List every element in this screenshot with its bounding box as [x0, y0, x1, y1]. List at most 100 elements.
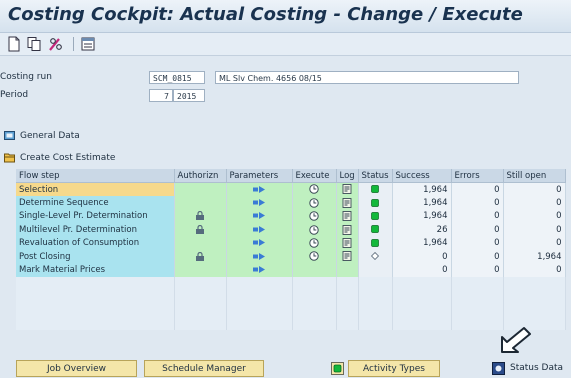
flow-step-cell[interactable]: Mark Material Prices [16, 263, 175, 277]
execute-cell[interactable] [292, 209, 337, 224]
parameters-cell[interactable] [226, 209, 293, 224]
title-bar: Costing Cockpit: Actual Costing - Change… [0, 0, 571, 33]
folder-icon [4, 131, 15, 140]
authorization-cell[interactable] [174, 249, 227, 264]
column-header-errors[interactable]: Errors [451, 169, 504, 183]
status-cell [358, 182, 393, 197]
flow-step-cell[interactable]: Selection [16, 182, 175, 197]
errors-cell: 0 [451, 236, 504, 250]
execute-clock-icon[interactable] [309, 224, 319, 235]
new-document-icon[interactable] [6, 36, 22, 52]
column-header-flow-step[interactable]: Flow step [16, 169, 175, 183]
table-row[interactable]: Single-Level Pr. Determination 1,964 0 0 [16, 209, 566, 224]
log-cell[interactable] [336, 249, 359, 264]
log-icon[interactable] [342, 238, 352, 248]
lock-icon[interactable] [195, 251, 205, 261]
table-row[interactable]: Multilevel Pr. Determination 26 0 0 [16, 223, 566, 237]
column-header-success[interactable]: Success [392, 169, 452, 183]
errors-cell: 0 [451, 223, 504, 237]
parameters-icon[interactable] [252, 266, 266, 274]
log-cell[interactable] [336, 196, 359, 210]
table-row[interactable]: Determine Sequence 1,964 0 0 [16, 196, 566, 210]
flow-step-cell[interactable]: Multilevel Pr. Determination [16, 223, 175, 237]
authorization-cell[interactable] [174, 182, 227, 197]
execute-clock-icon[interactable] [309, 211, 319, 221]
execute-cell[interactable] [292, 223, 337, 237]
execute-cell[interactable] [292, 196, 337, 210]
flow-steps-table: Flow step Authorizn Parameters Execute L… [16, 169, 566, 331]
authorization-cell[interactable] [174, 196, 227, 210]
green-status-icon [371, 212, 379, 220]
table-row[interactable]: Selection 1,964 0 0 [16, 182, 566, 197]
authorization-cell[interactable] [174, 263, 227, 277]
authorization-cell[interactable] [174, 236, 227, 250]
table-row[interactable]: Mark Material Prices 0 0 0 [16, 263, 566, 277]
flow-step-cell[interactable]: Revaluation of Consumption [16, 236, 175, 250]
activity-types-button[interactable]: Activity Types [348, 360, 440, 377]
execute-clock-icon[interactable] [309, 198, 319, 208]
costing-run-code-field[interactable]: SCM_0815 [149, 71, 205, 84]
log-cell[interactable] [336, 209, 359, 224]
pointer-arrow-icon [501, 327, 531, 353]
errors-cell: 0 [451, 249, 504, 264]
parameters-icon[interactable] [252, 225, 266, 233]
column-header-authorization[interactable]: Authorizn [174, 169, 227, 183]
log-cell[interactable] [336, 182, 359, 197]
table-row[interactable]: Revaluation of Consumption 1,964 0 0 [16, 236, 566, 250]
log-cell[interactable] [336, 263, 359, 277]
general-data-label: General Data [20, 131, 80, 141]
log-icon[interactable] [342, 211, 352, 222]
parameters-cell[interactable] [226, 263, 293, 277]
log-icon[interactable] [342, 251, 352, 262]
log-icon[interactable] [342, 184, 352, 195]
log-icon[interactable] [342, 197, 352, 208]
status-data-button[interactable]: Status Data [490, 360, 571, 377]
copy-icon[interactable] [26, 36, 42, 52]
schedule-manager-button[interactable]: Schedule Manager [144, 360, 264, 377]
execute-cell[interactable] [292, 182, 337, 197]
parameters-icon[interactable] [252, 212, 266, 220]
authorization-cell[interactable] [174, 209, 227, 224]
errors-cell: 0 [451, 196, 504, 210]
still-open-cell: 0 [503, 196, 566, 210]
parameters-cell[interactable] [226, 196, 293, 210]
parameters-icon[interactable] [252, 239, 266, 247]
execute-clock-icon[interactable] [309, 184, 319, 195]
costing-run-description-field[interactable]: ML Slv Chem. 4656 08/15 [215, 71, 519, 84]
lock-icon[interactable] [195, 211, 205, 221]
execute-clock-icon[interactable] [309, 238, 319, 248]
edit-glasses-icon[interactable] [48, 36, 64, 52]
column-header-status[interactable]: Status [358, 169, 393, 183]
period-year-field[interactable]: 2015 [173, 89, 205, 102]
parameters-cell[interactable] [226, 182, 293, 197]
flow-step-cell[interactable]: Post Closing [16, 249, 175, 264]
layout-icon[interactable] [80, 36, 96, 52]
execute-cell[interactable] [292, 236, 337, 250]
execute-clock-icon[interactable] [309, 251, 319, 262]
log-icon[interactable] [342, 224, 352, 235]
status-data-icon [492, 362, 505, 375]
authorization-cell[interactable] [174, 223, 227, 237]
inactive-status-icon [371, 252, 379, 261]
column-header-still-open[interactable]: Still open [503, 169, 566, 183]
parameters-icon[interactable] [252, 252, 266, 260]
column-header-parameters[interactable]: Parameters [226, 169, 293, 183]
parameters-icon[interactable] [252, 199, 266, 207]
flow-step-cell[interactable]: Determine Sequence [16, 196, 175, 210]
execute-cell[interactable] [292, 249, 337, 264]
column-header-execute[interactable]: Execute [292, 169, 337, 183]
period-month-field[interactable]: 7 [149, 89, 173, 102]
flow-step-cell[interactable]: Single-Level Pr. Determination [16, 209, 175, 224]
parameters-cell[interactable] [226, 249, 293, 264]
log-cell[interactable] [336, 236, 359, 250]
parameters-cell[interactable] [226, 236, 293, 250]
job-overview-button[interactable]: Job Overview [16, 360, 137, 377]
parameters-icon[interactable] [252, 185, 266, 193]
execute-cell[interactable] [292, 263, 337, 277]
lock-icon[interactable] [195, 224, 205, 234]
column-header-log[interactable]: Log [336, 169, 359, 183]
table-row[interactable]: Post Closing 0 0 1,964 [16, 249, 566, 264]
parameters-cell[interactable] [226, 223, 293, 237]
empty-row [16, 290, 566, 304]
log-cell[interactable] [336, 223, 359, 237]
